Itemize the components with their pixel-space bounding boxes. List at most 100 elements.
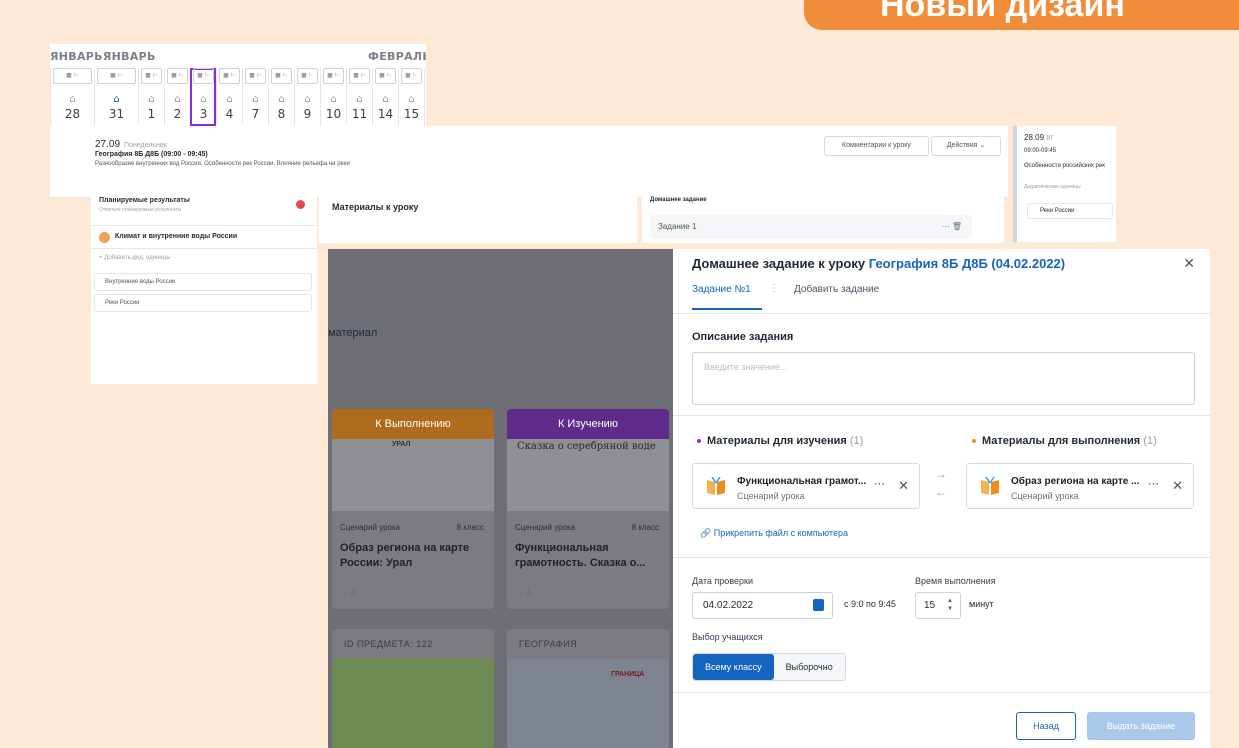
- card-caption: ID ПРЕДМЕТА: 122: [344, 639, 433, 649]
- book-icon: [707, 476, 725, 495]
- divider: [673, 692, 1210, 693]
- back-button[interactable]: Назад: [1016, 712, 1076, 740]
- tab-task-1[interactable]: Задание №1: [692, 284, 762, 295]
- students-label: Выбор учащихся: [692, 632, 763, 642]
- calendar-day[interactable]: ■ ⊢ ⌂ 7: [242, 68, 268, 126]
- remove-icon[interactable]: ✕: [898, 478, 909, 494]
- study-material-item[interactable]: Функциональная грамот... Сценарий урока …: [692, 463, 920, 509]
- close-icon[interactable]: ✕: [1183, 255, 1195, 272]
- calendar-day[interactable]: ■ ⊢ ⌂ 28: [50, 68, 94, 126]
- lesson-materials-title: Материалы к уроку: [332, 202, 419, 212]
- divider: [673, 415, 1210, 416]
- card-rating: ☆ 4: [515, 587, 531, 597]
- calendar-day[interactable]: ■ ⊢ ⌂ 14: [372, 68, 398, 126]
- home-icon: ⌂: [113, 94, 120, 105]
- homework-panel: Домашнее задание Задание 1 ⋯ 🗑: [642, 187, 1004, 243]
- stepper-arrows-icon[interactable]: ▲ ▼: [947, 597, 953, 613]
- day-controls[interactable]: ■ ⊢: [349, 68, 370, 84]
- calendar-day[interactable]: ■ ⊢ ⌂ 9: [294, 68, 320, 126]
- homework-task-item[interactable]: Задание 1 ⋯ 🗑: [650, 215, 972, 239]
- paperclip-icon: 🔗: [700, 528, 712, 538]
- day-controls[interactable]: ■ ⊢: [245, 68, 266, 84]
- calendar-day[interactable]: ■ ⊢ ⌂ 10: [320, 68, 346, 126]
- material-card-lower[interactable]: ID ПРЕДМЕТА: 122: [332, 629, 494, 748]
- study-materials-heading: Материалы для изучения (1): [697, 435, 863, 447]
- card-status-band: К Изучению: [507, 409, 669, 439]
- planned-results-subtitle: Отметьте планируемые результаты: [99, 207, 182, 213]
- calendar-strip: ЯНВАРЬЯНВАРЬ ФЕВРАЛЬ ■ ⊢ ⌂ 28 ■ ⊢ ⌂ 31 ■ ⊢ ⌂ 1 ■ …: [50, 44, 426, 126]
- card-type: Сценарий урока: [515, 523, 576, 532]
- planned-results-panel: Планируемые результаты Отметьте планируе…: [91, 187, 317, 384]
- material-card[interactable]: К Выполнению УРАЛ Сценарий урока 8 класс…: [332, 409, 494, 609]
- modal-title: Домашнее задание к уроку География 8Б Д8…: [692, 256, 1066, 271]
- more-icon[interactable]: ⋯: [874, 477, 885, 490]
- swap-arrows-icon[interactable]: → ←: [935, 465, 949, 501]
- planned-results-title: Планируемые результаты: [99, 197, 190, 204]
- day-controls[interactable]: ■ ⊢: [271, 68, 292, 84]
- month-label-january: ЯНВАРЬЯНВАРЬ: [50, 50, 156, 63]
- lesson-comments-button[interactable]: Комментарии к уроку: [824, 136, 929, 156]
- lesson-link[interactable]: География 8Б Д8Б (04.02.2022): [869, 256, 1065, 271]
- planned-item[interactable]: Внутренние воды России: [94, 273, 312, 291]
- day-controls[interactable]: ■ ⊢: [401, 68, 422, 84]
- more-and-trash-icons[interactable]: ⋯ 🗑: [942, 215, 962, 239]
- day-controls[interactable]: ■ ⊢: [219, 68, 240, 84]
- more-vertical-icon[interactable]: ⋮: [769, 283, 779, 294]
- lesson-subject: География 8Б Д8Б (09:00 - 09:45): [95, 151, 208, 158]
- day-controls[interactable]: ■ ⊢: [193, 68, 214, 84]
- day-controls[interactable]: ■ ⊢: [297, 68, 318, 84]
- day-number: 8: [277, 107, 286, 121]
- calendar-day[interactable]: ■ ⊢ ⌂ 4: [216, 68, 242, 126]
- duration-label: Время выполнения: [915, 576, 996, 586]
- attach-file-link[interactable]: 🔗 Прикрепить файл с компьютера: [700, 528, 848, 539]
- home-icon: ⌂: [69, 94, 76, 105]
- material-card[interactable]: К Изучению Сказка о серебряной воде Сцен…: [507, 409, 669, 609]
- material-name: Функциональная грамот...: [737, 476, 867, 487]
- calendar-day[interactable]: ■ ⊢⌂1: [138, 68, 164, 126]
- card-status-band: К Выполнению: [332, 409, 494, 439]
- day-number: 14: [377, 107, 394, 121]
- home-icon: ⌂: [148, 94, 155, 105]
- more-icon[interactable]: ⋯: [1148, 477, 1159, 490]
- lesson-date: 27.09 Понедельник: [95, 139, 167, 150]
- day-controls[interactable]: ■ ⊢: [323, 68, 344, 84]
- plus-icon: +: [99, 255, 103, 261]
- day-controls[interactable]: ■ ⊢: [53, 68, 92, 84]
- planned-results-group[interactable]: Климат и внутренние воды России: [91, 225, 317, 249]
- calendar-day[interactable]: ■ ⊢ ⌂ 31: [94, 68, 138, 126]
- calendar-day[interactable]: ■ ⊢ ⌂ 2: [164, 68, 190, 126]
- calendar-day[interactable]: ■ ⊢⌂1: [424, 68, 426, 126]
- material-type: Сценарий урока: [1011, 491, 1079, 501]
- calendar-day[interactable]: ■ ⊢ ⌂ 11: [346, 68, 372, 126]
- calendar-day[interactable]: ■ ⊢ ⌂ 3: [190, 68, 216, 126]
- day-controls[interactable]: ■ ⊢: [375, 68, 396, 84]
- day-number: 3: [199, 107, 208, 121]
- home-icon: ⌂: [425, 94, 426, 105]
- duration-stepper[interactable]: 15 ▲ ▼: [915, 592, 961, 619]
- calendar-days: ■ ⊢ ⌂ 28 ■ ⊢ ⌂ 31 ■ ⊢ ⌂ 1 ■ ⊢ ⌂ 2 ■ ⊢ ⌂ 3 ■ ⊢ ⌂ 4 ■ ⊢ ⌂ 7 ■ ⊢…: [50, 68, 426, 126]
- next-lesson-panel: 28.09 ВТ 09:00-09:45 Особенности российс…: [1013, 126, 1116, 242]
- planned-item[interactable]: Реки России: [94, 294, 312, 312]
- issue-task-button[interactable]: Выдать задание: [1087, 712, 1195, 740]
- lesson-actions-button[interactable]: Действия ⌄: [931, 136, 1001, 156]
- add-task-tab[interactable]: Добавить задание: [794, 284, 904, 295]
- next-lesson-units-label: Дидактические единицы: [1024, 184, 1081, 190]
- description-input[interactable]: [692, 352, 1195, 405]
- calendar-day[interactable]: ■ ⊢ ⌂ 8: [268, 68, 294, 126]
- day-controls[interactable]: ■ ⊢: [167, 68, 188, 84]
- selective-option[interactable]: Выборочно: [774, 654, 845, 680]
- day-controls[interactable]: ■ ⊢: [97, 68, 136, 84]
- all-class-option[interactable]: Всему классу: [693, 654, 774, 680]
- material-card-lower[interactable]: ГЕОГРАФИЯ ГРАНИЦА: [507, 629, 669, 748]
- add-units-link[interactable]: + Добавить дид. единицы: [99, 255, 171, 261]
- exec-material-item[interactable]: Образ региона на карте ... Сценарий урок…: [966, 463, 1194, 509]
- day-controls[interactable]: ■ ⊢: [141, 68, 162, 84]
- remove-icon[interactable]: ✕: [1172, 478, 1183, 494]
- calendar-day[interactable]: ■ ⊢ ⌂ 15: [398, 68, 424, 126]
- calendar-icon[interactable]: [813, 599, 824, 611]
- card-image: УРАЛ: [332, 439, 494, 511]
- warning-icon: [296, 200, 305, 209]
- exec-materials-heading: Материалы для выполнения (1): [972, 435, 1157, 447]
- material-type: Сценарий урока: [737, 491, 805, 501]
- check-date-input[interactable]: 04.02.2022: [692, 592, 833, 619]
